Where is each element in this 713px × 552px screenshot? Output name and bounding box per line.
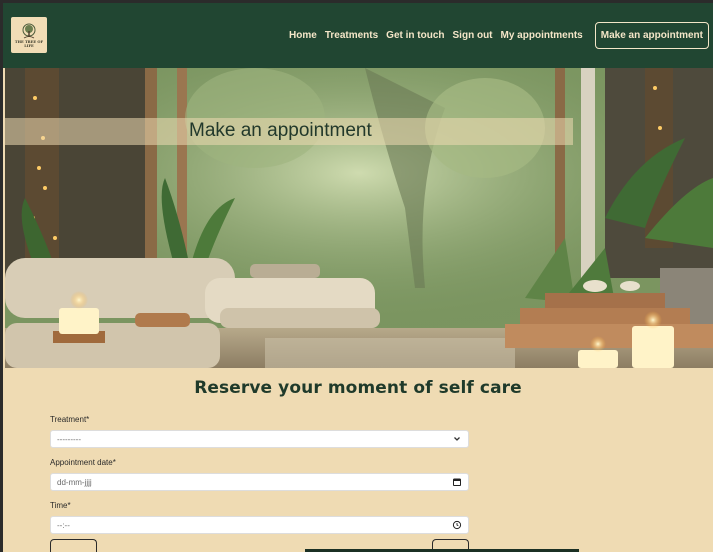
nav-link-sign-out[interactable]: Sign out	[453, 30, 493, 41]
treatment-select-value: ---------	[57, 434, 81, 444]
logo[interactable]: THE TREE OF LIFE	[11, 17, 47, 53]
page: THE TREE OF LIFE Home Treatments Get in …	[3, 3, 713, 552]
appointment-date-label: Appointment date*	[50, 458, 116, 467]
appointment-date-placeholder: dd-mm-jjjj	[57, 477, 92, 487]
nav-link-get-in-touch[interactable]: Get in touch	[386, 30, 444, 41]
nav-link-treatments[interactable]: Treatments	[325, 30, 378, 41]
logo-text: THE TREE OF LIFE	[14, 39, 44, 48]
calendar-icon[interactable]	[452, 477, 462, 487]
section-heading: Reserve your moment of self care	[194, 378, 522, 398]
hero-image: Make an appointment	[5, 68, 713, 368]
make-appointment-button[interactable]: Make an appointment	[594, 21, 709, 49]
left-button-partial[interactable]	[50, 539, 97, 552]
treatment-label: Treatment*	[50, 415, 90, 424]
appointment-form-section: Reserve your moment of self care Treatme…	[3, 368, 713, 552]
time-label: Time*	[50, 501, 71, 510]
chevron-down-icon	[454, 437, 460, 441]
navbar: THE TREE OF LIFE Home Treatments Get in …	[3, 3, 713, 68]
time-input[interactable]: --:--	[50, 516, 469, 534]
nav-links: Home Treatments Get in touch Sign out My…	[281, 21, 709, 49]
tree-icon	[22, 23, 36, 38]
nav-link-my-appointments[interactable]: My appointments	[501, 30, 583, 41]
nav-link-home[interactable]: Home	[289, 30, 317, 41]
spa-scene-illustration	[5, 68, 713, 368]
clock-icon[interactable]	[452, 520, 462, 530]
page-title: Make an appointment	[189, 120, 372, 141]
time-placeholder: --:--	[57, 520, 70, 530]
appointment-date-input[interactable]: dd-mm-jjjj	[50, 473, 469, 491]
treatment-select[interactable]: ---------	[50, 430, 469, 448]
